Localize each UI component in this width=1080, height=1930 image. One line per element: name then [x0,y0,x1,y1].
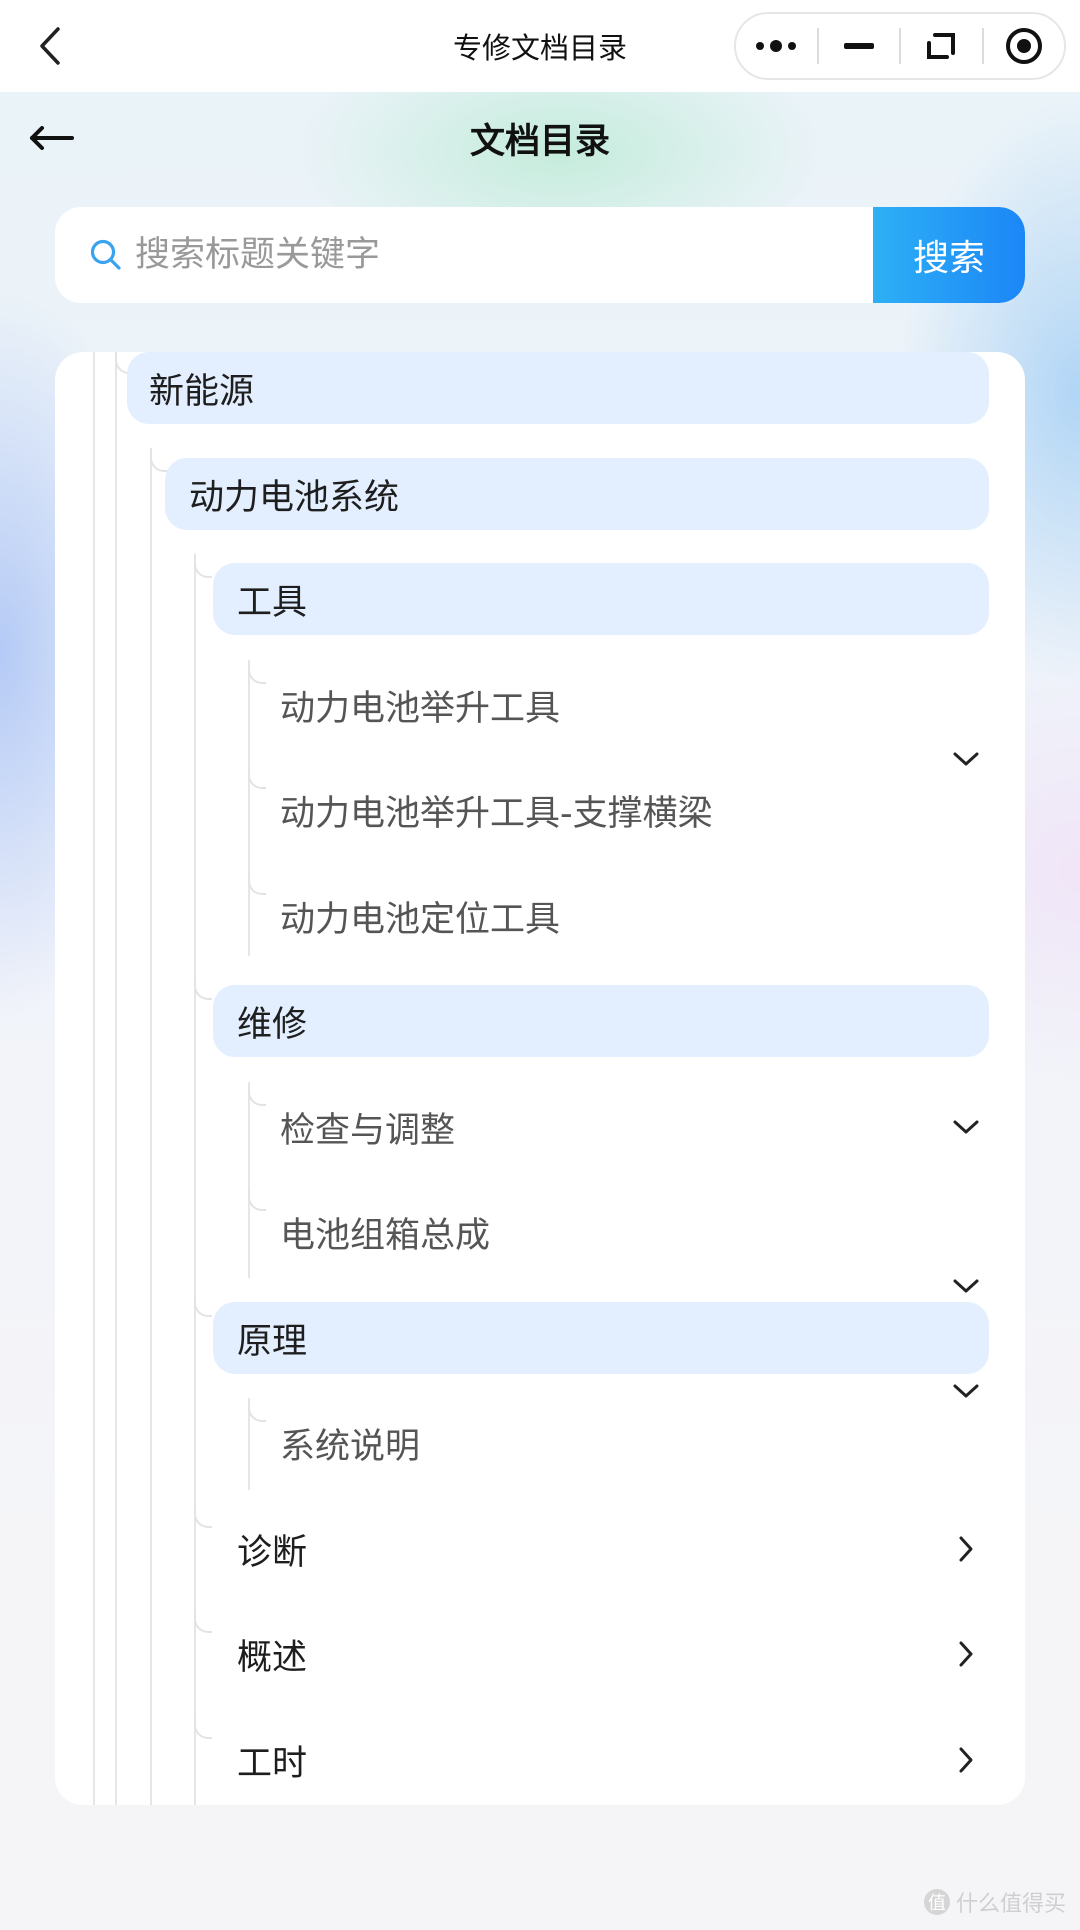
search-input[interactable] [135,225,835,285]
tree-node-new-energy[interactable]: 新能源 [127,352,989,424]
search-button[interactable]: 搜索 [873,207,1025,303]
watermark-text: 什么值得买 [955,1892,1066,1917]
chevron-down-icon[interactable] [949,1374,983,1408]
tree-node-repair[interactable]: 维修 [213,985,989,1057]
tree-node-diagnosis[interactable]: 诊断 [213,1513,989,1585]
tree-leaf-lift-tool[interactable]: 动力电池举升工具 [280,669,560,741]
minus-icon [843,43,874,49]
tree-leaf-label: 动力电池举升工具 [280,688,561,729]
tree-leaf-label: 动力电池定位工具 [280,899,561,940]
tree-connector [194,1295,212,1317]
target-icon [1005,28,1042,64]
tree-node-label: 维修 [237,1004,308,1045]
tree-node-labor-hours[interactable]: 工时 [213,1724,989,1796]
tree-guide-line [115,352,117,1805]
tree-node-label: 工时 [237,1743,308,1784]
page-title: 文档目录 [469,121,610,162]
search-icon [90,239,121,270]
tree-connector [248,767,266,789]
minimize-button[interactable] [819,14,900,78]
tree-leaf-inspect-adjust[interactable]: 检查与调整 [280,1091,455,1163]
tree-node-label: 工具 [237,582,308,623]
tree-connector [194,556,212,578]
tree-node-principle[interactable]: 原理 [213,1302,989,1374]
tree-leaf-label: 电池组箱总成 [280,1215,491,1256]
tree-connector [248,1189,266,1211]
more-button[interactable] [736,14,817,78]
tree-leaf-lift-tool-beam[interactable]: 动力电池举升工具-支撑横梁 [280,774,713,846]
chevron-right-icon[interactable] [949,1637,983,1671]
tree-node-label: 诊断 [237,1532,308,1573]
tree-leaf-battery-pack[interactable]: 电池组箱总成 [280,1196,490,1268]
chevron-down-icon[interactable] [949,1110,983,1144]
close-mini-program-button[interactable] [984,14,1065,78]
tree-connector [150,450,168,472]
watermark-logo-icon: 值 [923,1889,950,1915]
chevron-right-icon[interactable] [949,1743,983,1777]
window-restore-icon [927,33,956,59]
chevron-down-icon[interactable] [949,742,983,776]
capsule-menu [734,12,1066,80]
tree-connector [194,978,212,1000]
tree-leaf-system-description[interactable]: 系统说明 [280,1407,420,1479]
tree-node-label: 新能源 [149,371,255,412]
tree-connector [194,1611,212,1633]
tree-connector [248,1084,266,1106]
more-dots-icon [756,40,797,52]
directory-tree: 新能源 动力电池系统 工具 动力电池举升工具 动力电池举升工具-支撑横梁 动力电… [55,352,1025,1805]
restore-button[interactable] [901,14,982,78]
tree-connector [194,1506,212,1528]
tree-guide-line [93,352,95,1805]
tree-connector [248,662,266,684]
tree-node-battery-system[interactable]: 动力电池系统 [165,458,989,530]
tree-guide-line [248,1082,250,1278]
tree-node-overview[interactable]: 概述 [213,1618,989,1690]
top-bar: 专修文档目录 [0,0,1080,92]
tree-connector [194,1717,212,1739]
search-bar: 搜索 [55,207,1025,303]
tree-leaf-positioning-tool[interactable]: 动力电池定位工具 [280,880,560,952]
tree-connector [248,1400,266,1422]
tree-node-tools[interactable]: 工具 [213,563,989,635]
tree-leaf-label: 检查与调整 [280,1110,456,1151]
tree-leaf-label: 动力电池举升工具-支撑横梁 [280,793,713,834]
tree-leaf-label: 系统说明 [280,1426,421,1467]
tree-guide-line [248,660,250,956]
tree-connector [248,873,266,895]
tree-guide-line [150,448,152,1805]
watermark: 值 什么值得买 [923,1886,1066,1918]
chevron-right-icon[interactable] [949,1532,983,1566]
page-header: 文档目录 [0,92,1080,184]
tree-node-label: 动力电池系统 [189,477,400,518]
tree-node-label: 概述 [237,1637,308,1678]
chevron-down-icon[interactable] [949,1269,983,1303]
tree-node-label: 原理 [237,1321,308,1362]
